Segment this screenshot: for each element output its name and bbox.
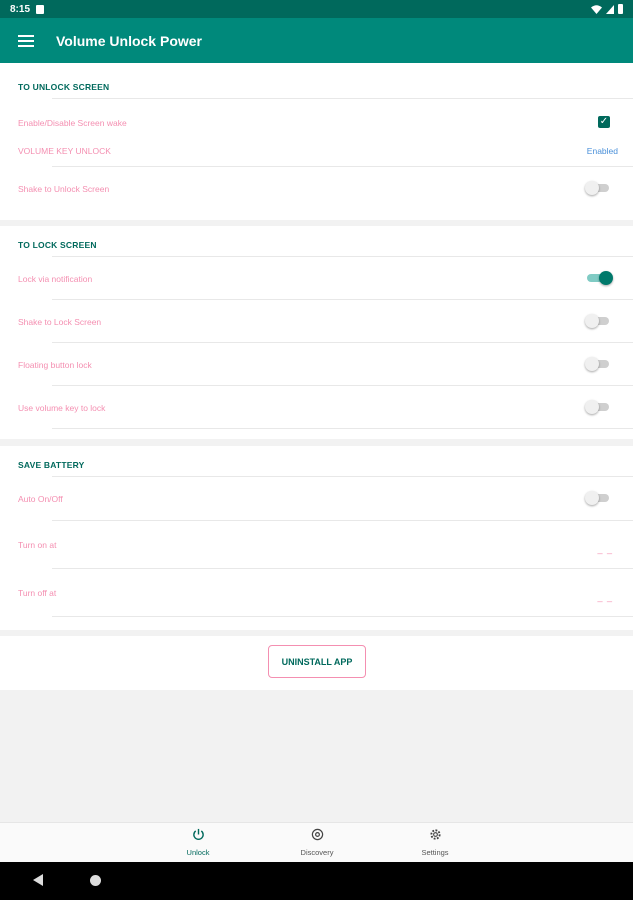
auto-on-off-label: Auto On/Off: [18, 494, 63, 504]
shake-lock-switch[interactable]: [585, 314, 613, 328]
divider: [52, 385, 633, 386]
nav-label-settings: Settings: [421, 848, 449, 857]
hamburger-menu-icon[interactable]: [18, 34, 34, 47]
floating-button-lock-switch[interactable]: [585, 357, 613, 371]
unlock-section-title: TO UNLOCK SCREEN: [18, 82, 110, 92]
status-bar: 8:15: [0, 0, 633, 18]
screen-wake-label: Enable/Disable Screen wake: [18, 118, 127, 128]
status-time: 8:15: [10, 3, 31, 15]
lock-section: TO LOCK SCREEN Lock via notification Sha…: [0, 226, 633, 439]
divider: [52, 568, 633, 569]
discovery-icon: [287, 828, 347, 845]
status-icons: [591, 4, 623, 14]
turn-off-at-value[interactable]: _ _: [597, 592, 613, 602]
divider: [52, 256, 633, 257]
divider: [52, 476, 633, 477]
volume-key-lock-label: Use volume key to lock: [18, 403, 106, 413]
power-icon: [168, 828, 228, 845]
lock-via-notification-switch[interactable]: [585, 271, 613, 285]
divider: [52, 342, 633, 343]
divider: [52, 299, 633, 300]
unlock-section: TO UNLOCK SCREEN Enable/Disable Screen w…: [0, 63, 633, 220]
lock-via-notification-label: Lock via notification: [18, 274, 93, 284]
divider: [52, 98, 633, 99]
shake-unlock-switch[interactable]: [585, 181, 613, 195]
battery-section: SAVE BATTERY Auto On/Off Turn on at _ _ …: [0, 446, 633, 630]
settings-gear-icon: [405, 828, 465, 845]
shake-lock-label: Shake to Lock Screen: [18, 317, 102, 327]
bottom-navigation: Unlock Discovery Settings: [0, 822, 633, 862]
wifi-icon: [591, 4, 602, 14]
back-icon[interactable]: [33, 874, 43, 886]
nav-label-discovery: Discovery: [300, 848, 334, 857]
volume-key-status[interactable]: Enabled: [587, 146, 618, 156]
divider: [52, 166, 633, 167]
auto-on-off-switch[interactable]: [585, 491, 613, 505]
turn-off-at-label[interactable]: Turn off at: [18, 588, 56, 598]
divider: [52, 428, 633, 429]
turn-on-at-label[interactable]: Turn on at: [18, 540, 56, 550]
notification-icon: [36, 4, 45, 14]
divider: [52, 616, 633, 617]
battery-section-title: SAVE BATTERY: [18, 460, 85, 470]
home-icon[interactable]: [90, 875, 101, 886]
shake-unlock-label: Shake to Unlock Screen: [18, 184, 110, 194]
battery-icon: [618, 4, 623, 14]
lock-section-title: TO LOCK SCREEN: [18, 240, 97, 250]
nav-item-discovery[interactable]: Discovery: [287, 828, 347, 857]
volume-key-lock-switch[interactable]: [585, 400, 613, 414]
turn-on-at-value[interactable]: _ _: [597, 544, 613, 554]
screen-wake-checkbox[interactable]: ✓: [598, 116, 610, 128]
divider: [52, 520, 633, 521]
signal-icon: [606, 4, 614, 14]
floating-button-lock-label: Floating button lock: [18, 360, 92, 370]
nav-item-settings[interactable]: Settings: [405, 828, 465, 857]
system-navigation-bar: [0, 862, 633, 900]
app-bar: Volume Unlock Power: [0, 18, 633, 63]
nav-item-unlock[interactable]: Unlock: [168, 828, 228, 857]
volume-key-unlock-label[interactable]: VOLUME KEY UNLOCK: [18, 146, 111, 156]
app-title: Volume Unlock Power: [56, 32, 202, 49]
nav-label-unlock: Unlock: [186, 848, 210, 857]
uninstall-app-button[interactable]: UNINSTALL APP: [268, 645, 366, 678]
